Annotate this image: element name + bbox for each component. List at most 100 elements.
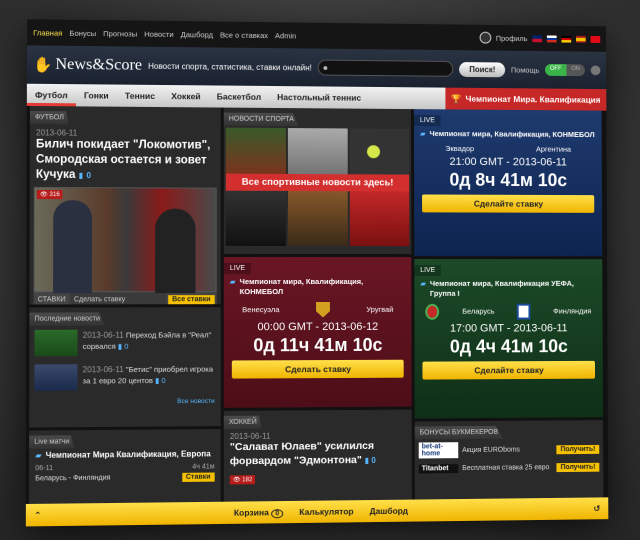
site-logo[interactable]: ✋ News&Score [33, 55, 142, 75]
avatar-icon[interactable] [479, 31, 491, 44]
countdown: 0д 11ч 41м 10с [253, 334, 383, 355]
views-badge: 👁 316 [36, 189, 63, 199]
calculator-button[interactable]: Калькулятор [299, 506, 353, 517]
content-columns: ФУТБОЛ 2013-06-11 Билич покидает "Локомо… [25, 105, 609, 504]
bet-button[interactable]: Ставки [181, 472, 215, 483]
nav-dashboard[interactable]: Дашборд [181, 30, 213, 39]
flag-tr-icon[interactable] [590, 35, 601, 43]
nav-news[interactable]: Новости [144, 29, 173, 38]
live-matches-panel: Live матчи ▰ Чемпионат Мира Квалификация… [28, 429, 221, 504]
make-bet-link[interactable]: Сделать ставку [69, 291, 167, 305]
sport-basketball[interactable]: Баскетбол [209, 85, 269, 108]
sport-football[interactable]: Футбол [26, 83, 76, 107]
person-silhouette [155, 208, 196, 293]
nav-bonuses[interactable]: Бонусы [69, 28, 96, 37]
chevron-up-icon[interactable]: ⌃ [34, 509, 41, 520]
flag-icon: ▰ [419, 128, 426, 138]
comment-icon: ▮ 0 [364, 455, 376, 465]
bets-label: СТАВКИ [37, 296, 66, 304]
section-title: ХОККЕЙ [224, 416, 262, 429]
cart-count: 0 [271, 509, 284, 519]
latest-news-panel: Последние новости 2013-06-11 Переход Бэй… [29, 307, 221, 428]
live-match-card: LIVE ▰ Чемпионат мира, Квалификация, КОН… [223, 256, 412, 408]
away-team: Финляндия [553, 306, 592, 316]
match-time: 00:00 GMT - 2013-06-12 [257, 320, 379, 333]
profile-link[interactable]: Профиль [496, 33, 528, 42]
refresh-icon[interactable]: ↺ [594, 503, 601, 514]
bookmaker-logo[interactable]: bet-at-home [418, 442, 459, 459]
flag-uk-icon[interactable] [532, 34, 543, 42]
nav-home[interactable]: Главная [33, 28, 62, 37]
news-collage[interactable]: Все спортивные новости здесь! [224, 126, 412, 249]
match-title[interactable]: ▰ Чемпионат мира, Квалификация, КОНМЕБОЛ [224, 275, 412, 299]
sport-tennis[interactable]: Теннис [117, 85, 163, 108]
section-title: БОНУСЫ БУКМЕКЕРОВ [415, 426, 503, 440]
hockey-panel: ХОККЕЙ 2013-06-11 "Салават Юлаев" усилил… [223, 409, 412, 502]
live-badge: LIVE [413, 115, 441, 127]
away-team: Уругвай [366, 304, 394, 314]
home-team: Венесуэла [242, 305, 280, 315]
make-bet-button[interactable]: Сделать ставку [231, 359, 404, 379]
toggle-on: OFF [545, 63, 567, 76]
collage-image [287, 187, 348, 247]
match-time: 4ч 41м [192, 463, 215, 472]
bonuses-panel: БОНУСЫ БУКМЕКЕРОВ bet-at-home Акция EURO… [414, 420, 604, 500]
make-bet-button[interactable]: Сделайте ставку [422, 360, 596, 380]
bonus-text: Акция EUROboms [462, 446, 520, 454]
nav-admin[interactable]: Admin [275, 31, 296, 40]
collage-image [349, 188, 410, 247]
team-crest-icon [425, 303, 440, 320]
make-bet-button[interactable]: Сделайте ставку [422, 194, 595, 213]
help-toggle[interactable]: OFF ON [545, 63, 585, 77]
cart-button[interactable]: Корзина 0 [234, 507, 284, 519]
news-thumbnail [34, 364, 78, 391]
news-banner[interactable]: Все спортивные новости здесь! [225, 173, 410, 192]
help-link[interactable]: Помощь [511, 65, 539, 74]
championship-label: Чемпионат Мира. Квалификация [465, 93, 601, 105]
section-title: Live матчи [29, 435, 74, 449]
match-title[interactable]: ▰ Чемпионат мира, Квалификация, КОНМЕБОЛ [414, 127, 602, 142]
news-photo[interactable]: 👁 316 [33, 186, 217, 294]
match-time: 21:00 GMT - 2013-06-11 [449, 155, 567, 169]
sport-racing[interactable]: Гонки [76, 84, 117, 107]
flag-de-icon[interactable] [561, 35, 572, 43]
nav-about-bets[interactable]: Все о ставках [220, 30, 268, 40]
logo-text: News&Score [55, 55, 143, 74]
team-crest-icon [516, 303, 531, 320]
match-title[interactable]: ▰ Чемпионат мира, Квалификация УЕФА, Гру… [414, 277, 602, 300]
site-header: ✋ News&Score Новости спорта, статистика,… [26, 45, 607, 90]
dashboard-button[interactable]: Дашборд [370, 506, 408, 516]
collage-image [225, 187, 287, 246]
match-teams: Беларусь Финляндия [414, 300, 602, 322]
sport-table-tennis[interactable]: Настольный теннис [269, 86, 369, 109]
home-team: Эквадор [445, 143, 475, 153]
list-item: Titanbet Бесплатная ставка 25 евро Получ… [415, 460, 603, 477]
section-title: ФУТБОЛ [30, 111, 69, 124]
away-team: Аргентина [535, 144, 572, 154]
list-item[interactable]: 2013-06-11 Переход Бэйла в "Реал" сорвал… [29, 325, 220, 360]
info-icon[interactable] [590, 65, 601, 76]
search-icon: ● [322, 62, 329, 73]
news-headline[interactable]: "Салават Юлаев" усилился форвардом "Эдмо… [230, 440, 406, 469]
tagline: Новости спорта, статистика, ставки онлай… [148, 61, 312, 72]
flag-icon: ▰ [420, 278, 427, 288]
bookmaker-logo[interactable]: Titanbet [418, 464, 459, 474]
list-item[interactable]: 2013-06-11 "Бетис" приобрел игрока за 1 … [29, 360, 221, 395]
match-teams: Эквадор Аргентина [414, 141, 602, 157]
news-headline[interactable]: Билич покидает "Локомотив", Смородская о… [36, 137, 215, 183]
hand-icon: ✋ [33, 57, 53, 74]
search-button[interactable]: Поиск! [459, 61, 506, 77]
all-news-link[interactable]: Все новости [29, 398, 221, 406]
sport-hockey[interactable]: Хоккей [163, 85, 209, 107]
get-bonus-button[interactable]: Получить! [556, 444, 600, 454]
search-input[interactable]: ● [317, 59, 454, 77]
live-badge: LIVE [223, 262, 252, 275]
championship-link[interactable]: 🏆 Чемпионат Мира. Квалификация [445, 87, 607, 111]
all-bets-button[interactable]: Все ставки [168, 294, 215, 305]
trophy-icon: 🏆 [451, 93, 462, 104]
flag-es-icon[interactable] [576, 35, 586, 43]
get-bonus-button[interactable]: Получить! [556, 462, 600, 473]
flag-ru-icon[interactable] [546, 34, 557, 42]
comment-icon: ▮ 0 [117, 341, 129, 351]
nav-predictions[interactable]: Прогнозы [103, 29, 137, 38]
